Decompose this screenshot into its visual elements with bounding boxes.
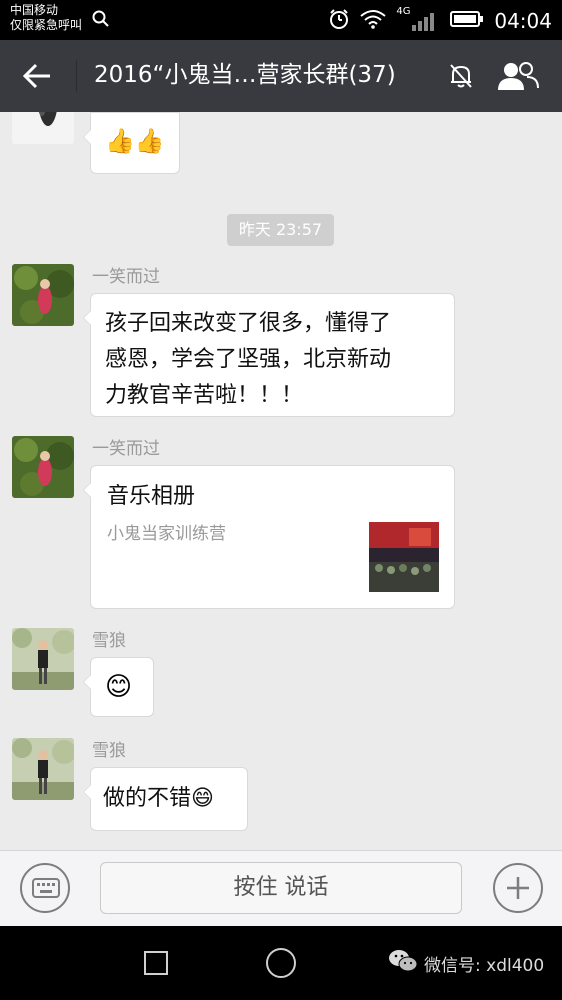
keyboard-icon bbox=[32, 878, 60, 902]
nav-home-icon[interactable] bbox=[266, 948, 296, 978]
message-line: 孩子回来改变了很多，懂得了 bbox=[105, 311, 392, 336]
card-title: 音乐相册 bbox=[107, 484, 196, 509]
message-timestamp: 昨天 23:57 bbox=[227, 214, 334, 246]
avatar[interactable] bbox=[12, 112, 74, 144]
battery-icon bbox=[450, 10, 484, 32]
carrier-name: 中国移动 bbox=[10, 3, 59, 17]
message-bubble[interactable]: 孩子回来改变了很多，懂得了 感恩，学会了坚强，北京新动 力教官辛苦啦！！！ bbox=[83, 293, 455, 417]
avatar[interactable] bbox=[12, 436, 74, 498]
keyboard-toggle-button[interactable] bbox=[20, 863, 70, 913]
sender-name: 一笑而过 bbox=[92, 439, 160, 459]
carrier-info: 中国移动 仅限紧急呼叫 bbox=[10, 3, 82, 33]
more-options-button[interactable] bbox=[493, 863, 543, 913]
sender-name: 雪狼 bbox=[92, 741, 126, 761]
search-icon bbox=[92, 10, 110, 32]
sender-name: 雪狼 bbox=[92, 631, 126, 651]
header-divider bbox=[76, 60, 77, 92]
avatar[interactable] bbox=[12, 264, 74, 326]
chat-message-list[interactable]: 👍👍 昨天 23:57 一笑而过 孩子回来改变了很多，懂得了 感恩，学会了坚强，… bbox=[0, 112, 562, 850]
group-chat-title: 2016“小鬼当…营家长群(37) bbox=[94, 62, 396, 88]
card-thumbnail bbox=[369, 522, 439, 592]
alarm-clock-icon bbox=[328, 8, 350, 34]
card-subtitle: 小鬼当家训练营 bbox=[107, 524, 226, 544]
clock-time: 04:04 bbox=[494, 9, 552, 33]
nav-recent-icon[interactable] bbox=[144, 951, 168, 975]
message-bubble[interactable]: 做的不错😄 bbox=[83, 767, 248, 831]
message-text: 做的不错😄 bbox=[103, 786, 214, 811]
message-bubble[interactable]: 😊 bbox=[83, 657, 154, 717]
signal-bars-icon: 4G bbox=[396, 6, 440, 32]
shared-link-card[interactable]: 音乐相册 小鬼当家训练营 bbox=[83, 465, 455, 609]
mute-bell-icon bbox=[448, 62, 474, 94]
message-line: 感恩，学会了坚强，北京新动 bbox=[105, 347, 392, 372]
emergency-only-text: 仅限紧急呼叫 bbox=[10, 18, 83, 32]
message-line: 力教官辛苦啦！！！ bbox=[105, 383, 304, 408]
smile-emoji: 😊 bbox=[105, 672, 133, 702]
watermark-text: 微信号: xdl400 bbox=[424, 956, 545, 976]
group-members-icon[interactable] bbox=[496, 60, 540, 96]
plus-icon bbox=[505, 875, 531, 905]
network-type-label: 4G bbox=[396, 6, 411, 17]
message-text: 孩子回来改变了很多，懂得了 感恩，学会了坚强，北京新动 力教官辛苦啦！！！ bbox=[105, 306, 440, 414]
hold-to-talk-button[interactable]: 按住 说话 bbox=[100, 862, 462, 914]
back-arrow-icon[interactable] bbox=[22, 62, 52, 94]
chat-input-bar: 按住 说话 bbox=[0, 850, 562, 926]
message-bubble[interactable]: 👍👍 bbox=[83, 112, 180, 174]
wechat-logo-icon bbox=[388, 948, 418, 979]
status-bar: 中国移动 仅限紧急呼叫 4G 04:04 bbox=[0, 0, 562, 40]
watermark: 微信号: xdl400 bbox=[388, 948, 544, 979]
avatar[interactable] bbox=[12, 628, 74, 690]
sender-name: 一笑而过 bbox=[92, 267, 160, 287]
chat-header: 2016“小鬼当…营家长群(37) bbox=[0, 40, 562, 112]
system-nav-bar: 微信号: xdl400 bbox=[0, 926, 562, 1000]
wifi-icon bbox=[360, 9, 386, 33]
thumbs-up-emoji: 👍👍 bbox=[105, 127, 165, 155]
avatar[interactable] bbox=[12, 738, 74, 800]
